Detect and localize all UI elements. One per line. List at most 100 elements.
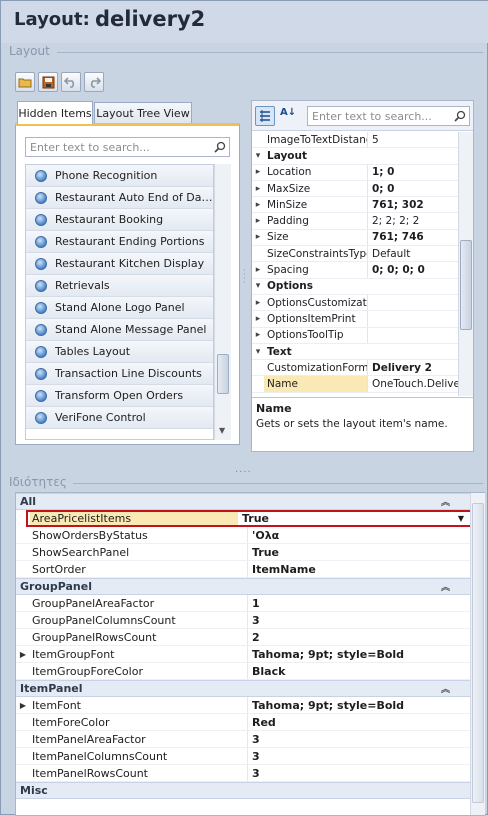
property-row[interactable]: GroupPanelRowsCount 2 [16, 629, 470, 646]
property-value[interactable]: True [248, 544, 470, 560]
list-item[interactable]: Restaurant Auto End of Day-S... [26, 187, 213, 209]
dropdown-arrow-icon[interactable]: ▼ [458, 514, 464, 523]
undo-button[interactable] [61, 72, 81, 92]
list-item[interactable]: Restaurant Ending Portions [26, 231, 213, 253]
scrollbar-thumb[interactable] [217, 354, 229, 394]
property-row[interactable]: ShowOrdersByStatus 'Ολα [16, 527, 470, 544]
property-value[interactable]: 761; 746 [368, 230, 458, 245]
redo-button[interactable] [84, 72, 104, 92]
list-item[interactable]: Stand Alone Message Panel [26, 319, 213, 341]
expand-arrow-icon[interactable]: ▸ [252, 213, 264, 228]
property-category-row[interactable]: ▾ Options [252, 279, 458, 295]
property-value[interactable]: OneTouch.Delivery [368, 376, 458, 391]
expand-arrow-icon[interactable]: ▸ [252, 197, 264, 212]
property-value[interactable]: 2 [248, 629, 470, 645]
scroll-down-arrow-icon[interactable]: ▼ [219, 426, 225, 435]
property-row[interactable]: ItemPanelColumnsCount 3 [16, 748, 470, 765]
list-item[interactable]: Transaction Line Discounts [26, 363, 213, 385]
property-value[interactable]: Red [248, 714, 470, 730]
property-row[interactable]: ▸ Padding 2; 2; 2; 2 [252, 213, 458, 230]
property-value[interactable]: 3 [248, 765, 470, 781]
property-category-row[interactable]: ▾ Layout [252, 148, 458, 165]
property-row[interactable]: ▶ ItemGroupFont Tahoma; 9pt; style=Bold [16, 646, 470, 663]
properties-scrollbar[interactable] [470, 493, 485, 815]
property-value[interactable]: 3 [248, 748, 470, 764]
property-value[interactable]: Default [368, 246, 458, 261]
property-value[interactable]: 3 [248, 612, 470, 628]
property-value[interactable] [368, 328, 458, 343]
expand-arrow-icon[interactable] [252, 360, 264, 375]
property-search-input[interactable]: Enter text to search... [307, 106, 470, 126]
property-row[interactable]: ▸OptionsCustomization [252, 294, 458, 312]
property-value[interactable]: ItemName [248, 561, 470, 577]
collapse-chevron-icon[interactable]: ︽ [441, 495, 450, 508]
property-value[interactable]: 1; 0 [368, 165, 458, 180]
save-button[interactable] [38, 72, 58, 92]
scrollbar-thumb[interactable] [472, 503, 484, 803]
property-row[interactable]: ▸ Location 1; 0 [252, 164, 458, 181]
property-row[interactable]: ▶ ItemFont Tahoma; 9pt; style=Bold [16, 697, 470, 714]
horizontal-splitter-grip-icon[interactable]: ···· [235, 467, 252, 478]
expand-arrow-icon[interactable] [252, 246, 264, 261]
expand-arrow-icon[interactable]: ▸ [252, 328, 264, 343]
property-value[interactable] [368, 295, 458, 310]
vertical-splitter-grip-icon[interactable]: · · · · [243, 267, 246, 287]
list-item[interactable]: Retrievals [26, 275, 213, 297]
sort-alphabetical-icon[interactable]: A↓ [280, 107, 296, 118]
collapse-arrow-icon[interactable]: ▾ [252, 279, 264, 294]
property-value[interactable]: 'Ολα [248, 527, 470, 543]
property-row[interactable]: ▸ OptionsToolTip [252, 327, 458, 344]
property-value[interactable]: 1 [248, 595, 470, 611]
list-item[interactable]: VeriFone Control [26, 407, 213, 429]
expand-arrow-icon[interactable]: ▸ [252, 181, 264, 196]
expand-arrow-icon[interactable] [252, 376, 264, 391]
expand-arrow-icon[interactable]: ▸ [252, 295, 264, 310]
expand-arrow-icon[interactable]: ▸ [252, 165, 264, 180]
property-row[interactable]: SizeConstraintsType Default [252, 246, 458, 263]
property-category-row[interactable]: ▾ Text [252, 344, 458, 361]
property-value[interactable]: 2; 2; 2; 2 [368, 213, 458, 228]
collapse-chevron-icon[interactable]: ︽ [441, 580, 450, 593]
property-row[interactable]: ▸ OptionsItemPrint [252, 311, 458, 328]
property-row[interactable]: AreaPricelistItems True ▼ [26, 510, 470, 527]
property-row[interactable]: ▸ Size 761; 746 [252, 229, 458, 247]
property-value[interactable]: Tahoma; 9pt; style=Bold [248, 646, 470, 662]
property-value[interactable]: Tahoma; 9pt; style=Bold [248, 697, 470, 713]
list-item[interactable]: Restaurant Booking [26, 209, 213, 231]
property-value[interactable]: Black [248, 663, 470, 679]
property-row[interactable]: ShowSearchPanel True [16, 544, 470, 561]
property-value[interactable] [368, 311, 458, 326]
open-button[interactable] [15, 72, 35, 92]
property-row[interactable]: GroupPanelColumnsCount 3 [16, 612, 470, 629]
property-row[interactable]: ItemPanelAreaFactor 3 [16, 731, 470, 748]
scrollbar-thumb[interactable] [460, 240, 472, 330]
categorized-button[interactable] [255, 106, 275, 126]
hidden-items-scrollbar[interactable]: ▼ [214, 164, 231, 440]
property-row[interactable]: NameOneTouch.Delivery [252, 376, 458, 393]
property-value[interactable]: 3 [248, 731, 470, 747]
list-item[interactable]: Restaurant Kitchen Display [26, 253, 213, 275]
property-value[interactable]: 0; 0 [368, 181, 458, 196]
property-row[interactable]: ItemGroupForeColor Black [16, 663, 470, 680]
list-item[interactable]: Stand Alone Logo Panel [26, 297, 213, 319]
expand-arrow-icon[interactable]: ▶ [16, 697, 30, 713]
property-row[interactable]: ItemPanelRowsCount 3 [16, 765, 470, 782]
property-row[interactable]: GroupPanelAreaFactor 1 [16, 595, 470, 612]
property-row[interactable]: ImageToTextDistance 5 [252, 132, 458, 149]
property-row[interactable]: ItemForeColor Red [16, 714, 470, 731]
expand-arrow-icon[interactable] [252, 132, 264, 147]
expand-arrow-icon[interactable]: ▸ [252, 311, 264, 326]
hidden-items-search-input[interactable]: Enter text to search... [25, 137, 230, 157]
expand-arrow-icon[interactable]: ▸ [252, 230, 264, 245]
property-category-header[interactable]: Misc [16, 782, 470, 799]
property-value[interactable]: Delivery 2 [368, 360, 458, 375]
collapse-arrow-icon[interactable]: ▾ [252, 344, 264, 359]
list-item[interactable]: Tables Layout [26, 341, 213, 363]
property-value[interactable]: 761; 302 [368, 197, 458, 212]
property-category-header[interactable]: GroupPanel ︽ [16, 578, 470, 595]
collapse-chevron-icon[interactable]: ︽ [441, 682, 450, 695]
property-category-header[interactable]: ItemPanel ︽ [16, 680, 470, 697]
property-value[interactable]: 0; 0; 0; 0 [368, 262, 458, 277]
property-category-header[interactable]: All ︽ [16, 493, 470, 510]
property-value[interactable]: 5 [368, 132, 458, 147]
